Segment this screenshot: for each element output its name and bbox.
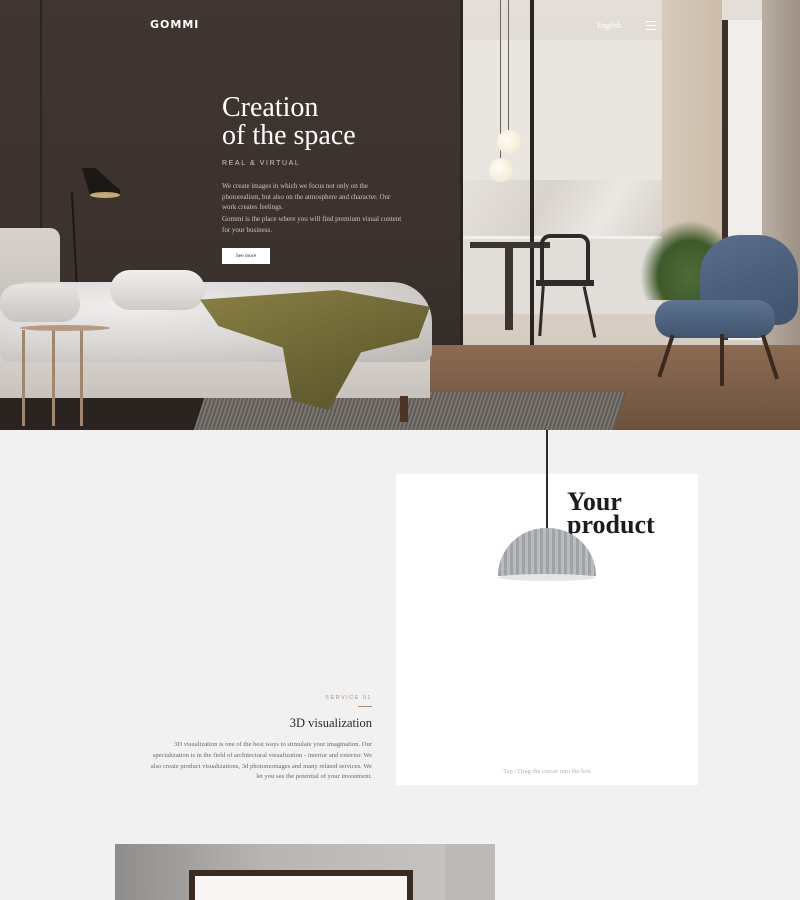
floor-lamp-glow	[90, 192, 120, 198]
service-title: 3D visualization	[289, 716, 372, 730]
product-title-line-2: product	[567, 510, 655, 538]
side-table-leg	[80, 330, 83, 426]
side-wall	[445, 844, 495, 900]
kitchen-wall	[462, 40, 662, 180]
pillow	[0, 284, 80, 322]
glass-partition-frame	[460, 0, 463, 345]
service-divider	[358, 706, 372, 707]
see-more-button[interactable]: See more	[222, 248, 270, 264]
glass-partition-frame	[530, 0, 534, 345]
service-description: 3D visualization is one of the best ways…	[150, 741, 372, 781]
dining-table-leg	[505, 248, 513, 330]
hero-title-line-1: Creation	[222, 92, 319, 123]
side-table-leg	[52, 330, 55, 426]
dining-chair	[540, 234, 590, 280]
hero-subtitle: REAL & VIRTUAL	[222, 160, 301, 167]
hamburger-bar	[646, 21, 656, 22]
bed-leg	[400, 396, 408, 422]
wall-panel-line	[40, 0, 42, 240]
product-card-title: Your product	[567, 490, 697, 538]
armchair-seat	[655, 300, 775, 338]
window-frame	[189, 870, 413, 900]
side-table	[20, 325, 110, 331]
dining-chair-seat	[536, 280, 594, 286]
next-section-image	[115, 844, 495, 900]
pendant-globe-light	[489, 158, 513, 182]
pendant-globe-light	[497, 130, 521, 154]
hamburger-bar	[646, 29, 656, 30]
hero-paragraph: We create images in which we focus not o…	[222, 182, 391, 211]
armchair-leg	[720, 334, 724, 386]
marble-backsplash	[462, 180, 662, 238]
pendant-lamp-rim	[498, 574, 596, 581]
pendant-wire	[508, 0, 509, 132]
hero-title-line-2: of the space	[222, 120, 356, 151]
hamburger-bar	[646, 25, 656, 26]
site-logo[interactable]: GOMMI	[150, 18, 199, 31]
lamp-cable	[546, 430, 548, 530]
drag-hint: Tap / Drag the cursor into the box	[503, 768, 591, 775]
hamburger-icon[interactable]	[646, 21, 656, 30]
hero-title: Creation of the space	[222, 94, 442, 150]
service-number: SERVICE 01	[325, 695, 372, 701]
hero-paragraph: Gommi is the place where you will find p…	[222, 215, 402, 234]
side-table-leg	[22, 330, 25, 426]
pillow	[110, 270, 205, 310]
language-selector[interactable]: English	[597, 21, 621, 30]
